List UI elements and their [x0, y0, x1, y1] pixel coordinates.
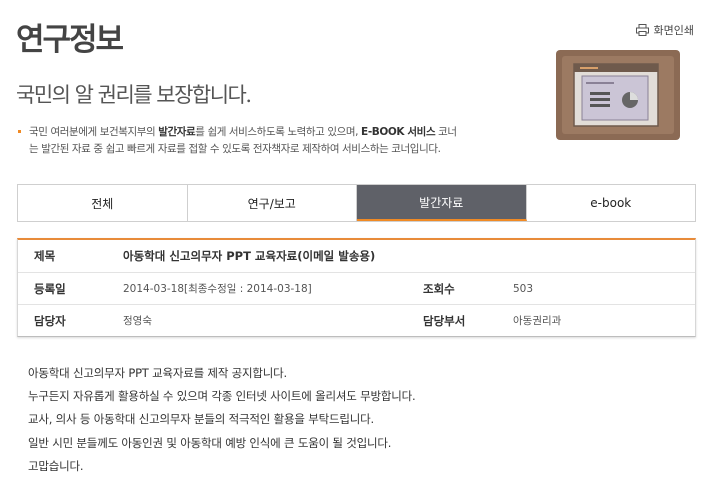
presentation-screen-illustration	[556, 50, 680, 140]
content-line: 교사, 의사 등 아동학대 신고의무자 분들의 적극적인 활용을 부탁드립니다.	[28, 412, 374, 427]
dept-value: 아동권리과	[513, 315, 562, 327]
intro-text: 국민 여러분에게 보건복지부의 발간자료를 쉽게 서비스하도록 노력하고 있으며…	[16, 124, 536, 158]
date-row: 등록일 2014-03-18[최종수정일 : 2014-03-18] 조회수 5…	[18, 272, 695, 304]
bullet-marker	[18, 129, 21, 133]
intro-text-part: 코너	[435, 126, 457, 138]
intro-highlight: E-BOOK 서비스	[361, 126, 436, 138]
content-line: 누구든지 자유롭게 활용하실 수 있으며 각종 인터넷 사이트에 올리셔도 무방…	[28, 389, 416, 404]
page-subtitle: 국민의 알 권리를 보장합니다.	[16, 83, 252, 107]
views-value: 503	[513, 282, 534, 295]
date-label: 등록일	[34, 281, 66, 296]
content-line: 고맙습니다.	[28, 458, 84, 473]
tab-all[interactable]: 전체	[18, 185, 188, 221]
tab-research-report[interactable]: 연구/보고	[187, 185, 357, 221]
views-label: 조회수	[423, 281, 455, 296]
intro-text-part: 국민 여러분에게 보건복지부의	[29, 126, 159, 138]
manager-row: 담당자 정영숙 담당부서 아동권리과	[18, 304, 695, 336]
content-line: 아동학대 신고의무자 PPT 교육자료를 제작 공지합니다.	[28, 366, 288, 380]
post-content: 아동학대 신고의무자 PPT 교육자료를 제작 공지합니다. 누구든지 자유롭게…	[28, 362, 416, 478]
page-title: 연구정보	[16, 22, 124, 58]
printer-icon	[635, 24, 649, 36]
category-tabs: 전체 연구/보고 발간자료 e-book	[17, 184, 696, 222]
date-value: 2014-03-18[최종수정일 : 2014-03-18]	[123, 283, 312, 295]
intro-text-line2: 는 발간된 자료 중 쉽고 빠르게 자료를 접할 수 있도록 전자책자로 제작하…	[29, 143, 441, 155]
manager-value: 정영숙	[123, 315, 152, 327]
print-button[interactable]: 화면인쇄	[635, 22, 694, 38]
tab-publications[interactable]: 발간자료	[357, 185, 527, 221]
tab-ebook[interactable]: e-book	[526, 185, 695, 221]
intro-text-part: 를 쉽게 서비스하도록 노력하고 있으며,	[195, 126, 362, 138]
title-row: 제목 아동학대 신고의무자 PPT 교육자료(이메일 발송용)	[18, 240, 695, 272]
title-label: 제목	[34, 249, 56, 263]
title-value: 아동학대 신고의무자 PPT 교육자료(이메일 발송용)	[123, 249, 376, 263]
detail-table: 제목 아동학대 신고의무자 PPT 교육자료(이메일 발송용) 등록일 2014…	[17, 238, 696, 337]
content-line: 일반 시민 분들께도 아동인권 및 아동학대 예방 인식에 큰 도움이 될 것입…	[28, 435, 392, 450]
manager-label: 담당자	[34, 313, 66, 328]
dept-label: 담당부서	[423, 313, 466, 328]
print-label: 화면인쇄	[653, 24, 694, 37]
intro-highlight: 발간자료	[158, 126, 196, 138]
